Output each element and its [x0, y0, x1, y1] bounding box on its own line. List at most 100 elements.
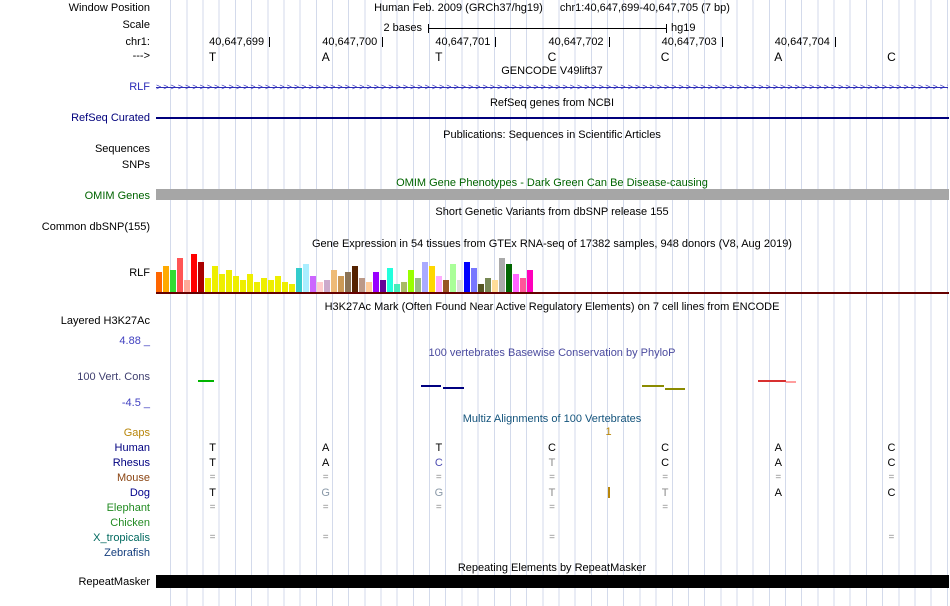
- omim-gene-bar[interactable]: [156, 189, 949, 200]
- gtex-tissue-bar[interactable]: [352, 266, 358, 292]
- species-label-zebrafish[interactable]: Zebrafish: [104, 547, 150, 559]
- gtex-tissue-bar[interactable]: [345, 272, 351, 292]
- gtex-tissue-bar[interactable]: [156, 272, 162, 292]
- alignment-base: A: [322, 442, 330, 454]
- species-label-rhesus[interactable]: Rhesus: [113, 457, 150, 469]
- gencode-transcript-rlf[interactable]: >>>>>>>>>>>>>>>>>>>>>>>>>>>>>>>>>>>>>>>>…: [156, 82, 948, 92]
- gtex-tissue-bar[interactable]: [387, 268, 393, 292]
- track-label-layered-h3k27ac[interactable]: Layered H3K27Ac: [61, 315, 150, 327]
- track-label-100-vert-cons[interactable]: 100 Vert. Cons: [77, 371, 150, 383]
- gtex-tissue-bar[interactable]: [436, 276, 442, 292]
- species-label-elephant[interactable]: Elephant: [107, 502, 150, 514]
- assembly-name: Human Feb. 2009 (GRCh37/hg19): [374, 2, 543, 14]
- gtex-tissue-bar[interactable]: [331, 270, 337, 292]
- track-label-omim-genes[interactable]: OMIM Genes: [85, 190, 150, 202]
- gtex-tissue-bar[interactable]: [485, 278, 491, 292]
- repeatmasker-element-bar[interactable]: [156, 575, 949, 588]
- alignment-base: T: [661, 487, 669, 499]
- track-label-common-dbsnp[interactable]: Common dbSNP(155): [42, 221, 150, 233]
- gtex-tissue-bar[interactable]: [394, 284, 400, 292]
- gtex-tissue-bar[interactable]: [226, 270, 232, 292]
- gtex-tissue-bar[interactable]: [527, 270, 533, 292]
- alignment-base: =: [209, 532, 216, 543]
- species-label-chicken[interactable]: Chicken: [110, 517, 150, 529]
- gtex-tissue-bar[interactable]: [317, 282, 323, 292]
- alignment-base: =: [322, 502, 329, 513]
- gtex-tissue-bar[interactable]: [359, 278, 365, 292]
- track-label-refseq-curated[interactable]: RefSeq Curated: [71, 112, 150, 124]
- refseq-curated-item[interactable]: [156, 117, 949, 119]
- gtex-tissue-bar[interactable]: [296, 268, 302, 292]
- gtex-tissue-bar[interactable]: [198, 262, 204, 292]
- gtex-tissue-bar[interactable]: [289, 284, 295, 292]
- gtex-tissue-bar[interactable]: [324, 280, 330, 292]
- gtex-tissue-bar[interactable]: [373, 272, 379, 292]
- gtex-tissue-bar[interactable]: [163, 266, 169, 292]
- gtex-tissue-bar[interactable]: [254, 282, 260, 292]
- gtex-tissue-bar[interactable]: [408, 270, 414, 292]
- gtex-tissue-bar[interactable]: [338, 276, 344, 292]
- species-label-mouse[interactable]: Mouse: [117, 472, 150, 484]
- gtex-tissue-bar[interactable]: [191, 254, 197, 292]
- alignment-base: T: [548, 457, 556, 469]
- alignment-base: T: [209, 457, 216, 469]
- ruler-base: A: [321, 50, 330, 64]
- gtex-tissue-bar[interactable]: [464, 262, 470, 292]
- gtex-tissue-bar[interactable]: [457, 280, 463, 292]
- gtex-tissue-bar[interactable]: [422, 262, 428, 292]
- alignment-base: A: [774, 487, 782, 499]
- ucsc-genome-browser: Window Position Scale chr1: ---> RLF Ref…: [0, 0, 950, 606]
- track-label-gencode-rlf[interactable]: RLF: [129, 81, 150, 93]
- gtex-tissue-bar[interactable]: [275, 276, 281, 292]
- gtex-tissue-bar[interactable]: [261, 278, 267, 292]
- track-label-gtex-rlf[interactable]: RLF: [129, 267, 150, 279]
- gtex-tissue-bar[interactable]: [268, 280, 274, 292]
- gtex-tissue-bar[interactable]: [429, 266, 435, 292]
- species-label-human[interactable]: Human: [115, 442, 150, 454]
- ruler-coordinate: 40,647,704: [774, 36, 830, 48]
- species-label-gaps[interactable]: Gaps: [124, 427, 150, 439]
- gtex-tissue-bar[interactable]: [205, 278, 211, 292]
- ruler-coordinate: 40,647,699: [209, 36, 265, 48]
- gtex-tissue-bar[interactable]: [233, 276, 239, 292]
- header-publications: Publications: Sequences in Scientific Ar…: [443, 129, 661, 141]
- gtex-tissue-bar[interactable]: [303, 264, 309, 292]
- scale-assembly: hg19: [671, 22, 696, 34]
- track-label-snps[interactable]: SNPs: [122, 159, 150, 171]
- gtex-tissue-bar[interactable]: [177, 258, 183, 292]
- gtex-tissue-bar[interactable]: [240, 280, 246, 292]
- gtex-tissue-bar[interactable]: [443, 280, 449, 292]
- gtex-tissue-bar[interactable]: [506, 264, 512, 292]
- gtex-tissue-bar[interactable]: [184, 280, 190, 292]
- gtex-tissue-bar[interactable]: [212, 266, 218, 292]
- gtex-tissue-bar[interactable]: [310, 276, 316, 292]
- gtex-tissue-bar[interactable]: [247, 274, 253, 292]
- gtex-tissue-bar[interactable]: [219, 274, 225, 292]
- gtex-tissue-bar[interactable]: [401, 282, 407, 292]
- species-label-dog[interactable]: Dog: [130, 487, 150, 499]
- gtex-tissue-bar[interactable]: [380, 280, 386, 292]
- alignment-base: T: [435, 442, 443, 454]
- gtex-tissue-bar[interactable]: [282, 282, 288, 292]
- ruler-coordinate: 40,647,702: [548, 36, 604, 48]
- label-strand-arrow: --->: [132, 50, 150, 62]
- track-label-sequences[interactable]: Sequences: [95, 143, 150, 155]
- gtex-tissue-bar[interactable]: [513, 274, 519, 292]
- gtex-tissue-bar[interactable]: [170, 270, 176, 292]
- alignment-base: C: [887, 457, 896, 469]
- header-gencode: GENCODE V49lift37: [501, 65, 603, 77]
- gtex-tissue-bar[interactable]: [366, 282, 372, 292]
- gtex-tissue-bar[interactable]: [471, 268, 477, 292]
- gtex-tissue-bar[interactable]: [478, 284, 484, 292]
- track-label-repeatmasker[interactable]: RepeatMasker: [78, 576, 150, 588]
- gtex-tissue-bar[interactable]: [499, 258, 505, 292]
- gtex-expression-bars[interactable]: [156, 250, 534, 292]
- gtex-tissue-bar[interactable]: [450, 264, 456, 292]
- label-window-position: Window Position: [68, 2, 150, 14]
- label-scale: Scale: [122, 19, 150, 31]
- gtex-tissue-bar[interactable]: [492, 280, 498, 292]
- alignment-base: G: [434, 487, 444, 499]
- gtex-tissue-bar[interactable]: [415, 278, 421, 292]
- gtex-tissue-bar[interactable]: [520, 278, 526, 292]
- species-label-x-tropicalis[interactable]: X_tropicalis: [93, 532, 150, 544]
